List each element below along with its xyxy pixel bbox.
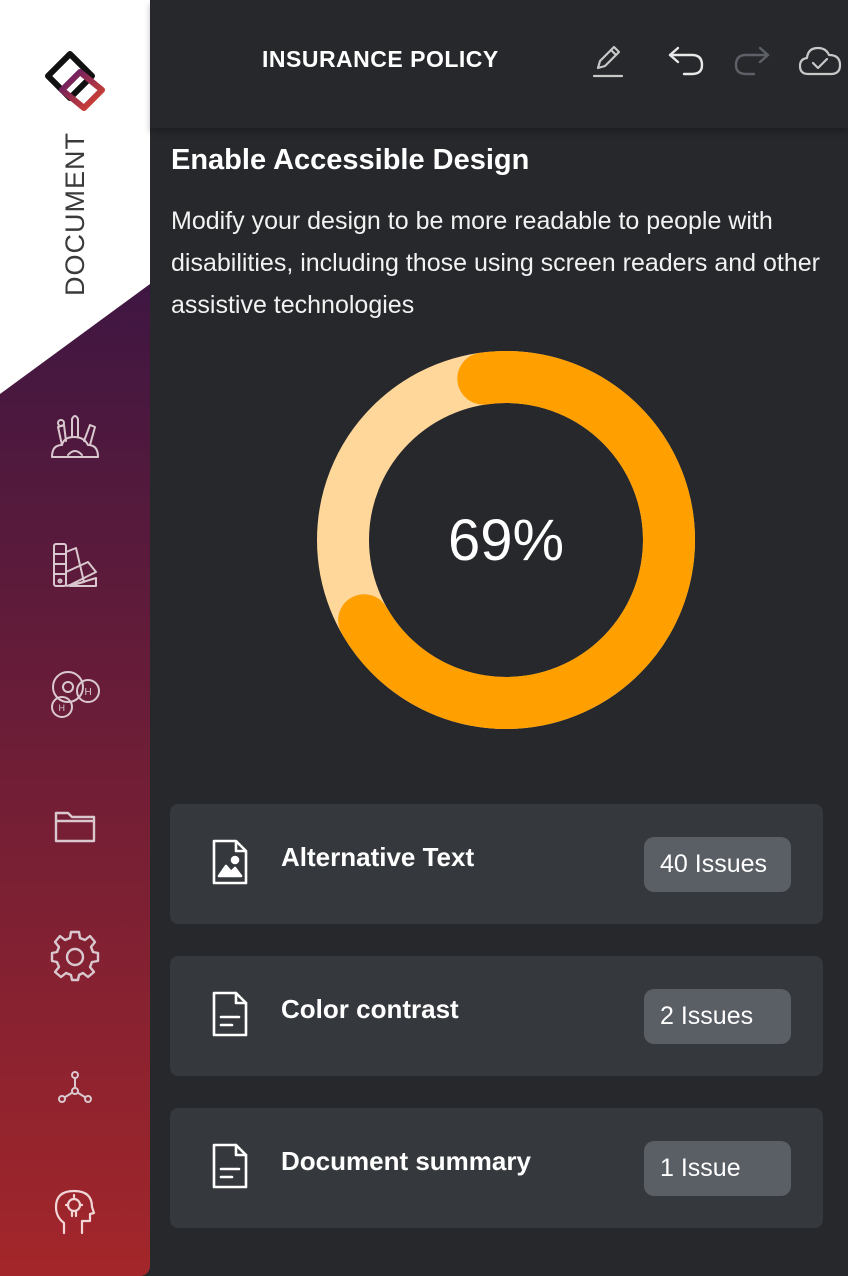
app-logo	[45, 51, 105, 111]
text-file-icon	[212, 1143, 248, 1189]
text-file-icon	[212, 991, 248, 1037]
art-supplies-icon	[51, 415, 99, 458]
issue-label: Color contrast	[281, 994, 459, 1024]
issue-document-summary[interactable]: Document summary 1 Issue	[170, 1108, 823, 1228]
sidebar-item-network[interactable]	[45, 1058, 105, 1118]
section-title: Enable Accessible Design	[171, 144, 530, 176]
image-file-icon	[212, 839, 248, 885]
undo-button[interactable]	[664, 38, 708, 82]
issue-count-badge: 40 Issues	[644, 837, 791, 892]
cloud-saved-icon	[798, 46, 842, 76]
issue-color-contrast[interactable]: Color contrast 2 Issues	[170, 956, 823, 1076]
svg-text:H: H	[59, 703, 66, 713]
sidebar-item-fonts[interactable]: H H	[45, 662, 105, 722]
edit-icon	[592, 45, 624, 78]
redo-button[interactable]	[730, 38, 774, 82]
issue-label: Alternative Text	[281, 842, 475, 872]
app-window: DOCUMENT H H INSURANCE POLICY Enable Acc…	[0, 0, 848, 1276]
gear-icon	[50, 930, 100, 982]
issue-label: Document summary	[281, 1146, 531, 1176]
sidebar: DOCUMENT H H	[0, 0, 150, 1276]
score-label: 69%	[447, 507, 565, 573]
top-bar: INSURANCE POLICY	[150, 0, 848, 128]
edit-button[interactable]	[586, 38, 630, 82]
document-title: INSURANCE POLICY	[262, 46, 499, 72]
issue-count-badge: 2 Issues	[644, 989, 791, 1044]
network-nodes-icon	[58, 1071, 92, 1103]
svg-text:H: H	[85, 687, 92, 698]
sidebar-item-settings[interactable]	[45, 926, 105, 986]
sidebar-item-ideas[interactable]	[45, 1180, 105, 1240]
font-discs-icon: H H	[51, 671, 100, 718]
brand-label: DOCUMENT	[60, 132, 90, 296]
section-description: Modify your design to be more readable t…	[171, 207, 820, 319]
cloud-status-button[interactable]	[798, 38, 842, 82]
sidebar-item-palette[interactable]	[45, 535, 105, 595]
folder-icon	[54, 811, 96, 843]
sidebar-item-art[interactable]	[45, 408, 105, 468]
undo-icon	[668, 46, 704, 76]
issue-count-badge: 1 Issue	[644, 1141, 791, 1196]
sidebar-item-folder[interactable]	[45, 796, 105, 856]
color-swatches-icon	[53, 543, 97, 587]
redo-icon	[734, 46, 770, 76]
lightbulb-head-icon	[54, 1189, 96, 1235]
issue-alt-text[interactable]: Alternative Text 40 Issues	[170, 804, 823, 924]
